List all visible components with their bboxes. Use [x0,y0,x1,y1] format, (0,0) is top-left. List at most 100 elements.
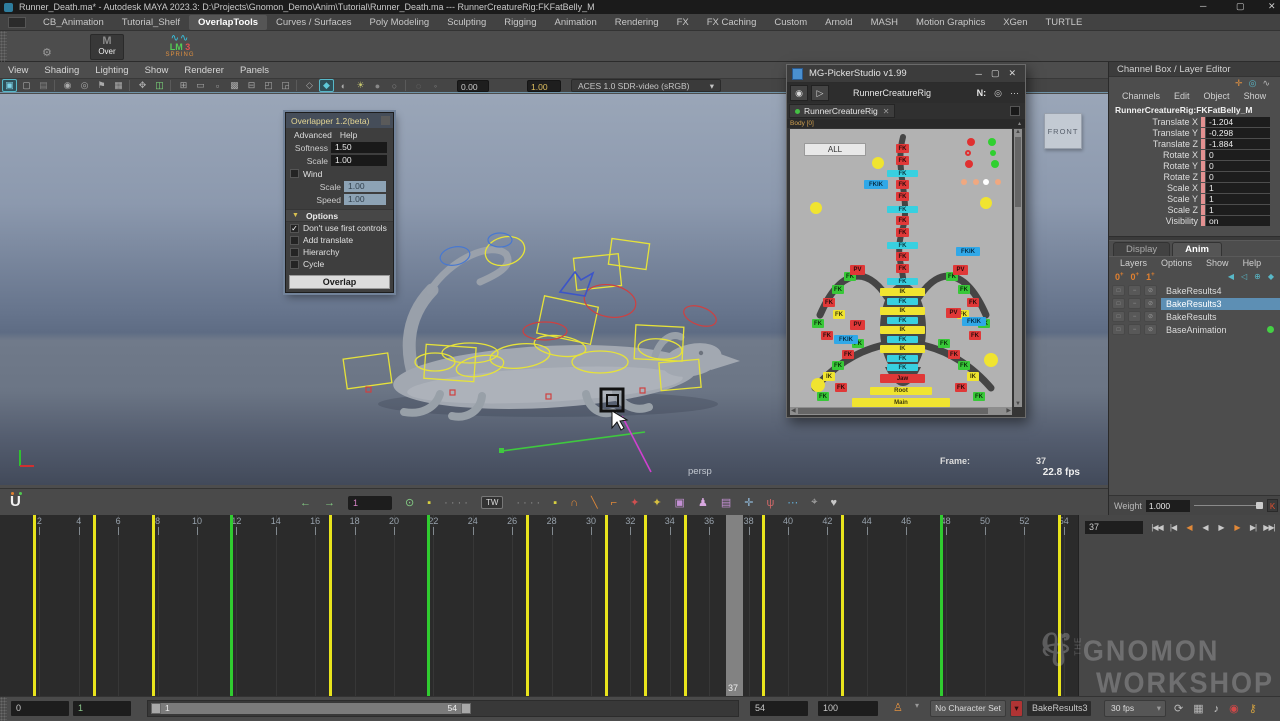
layer-name[interactable]: BakeResults3 [1161,298,1280,310]
shelf-item-spring-magic[interactable]: ∿∿ LM 3 SPRING [152,34,208,60]
layer-toggle-cell[interactable]: − [1128,298,1141,309]
picker-button-fkik[interactable]: FKIK [864,180,888,189]
menu-item-rendering[interactable]: Rendering [606,15,668,30]
anim-layer-key-button[interactable]: ▾ [1010,700,1023,717]
go-to-start-button[interactable]: |◀◀ [1149,518,1165,536]
menu-item-cb-animation[interactable]: CB_Animation [34,15,113,30]
layer-toggle-cell[interactable]: □ [1112,298,1125,309]
panel-menu-view[interactable]: View [0,63,36,78]
channel-value-field[interactable]: -1.204 [1206,117,1270,127]
menu-item-sculpting[interactable]: Sculpting [438,15,495,30]
panel-menu-panels[interactable]: Panels [232,63,277,78]
layer-name[interactable]: BakeResults4 [1161,285,1280,297]
option-checkbox[interactable] [290,236,299,245]
film-gate-icon[interactable]: ▭ [193,79,208,92]
panel-menu-shading[interactable]: Shading [36,63,87,78]
timeline-keyframe-yellow[interactable] [329,515,332,696]
picker-button-jaw[interactable]: Jaw [880,374,925,383]
options-section-header[interactable]: ▼ Options [286,209,393,222]
picker-button-pv[interactable]: PV [953,265,968,275]
key-marker-icon[interactable]: ▪ [427,497,431,509]
picker-dot-control[interactable] [965,150,971,156]
timeline-keyframe-yellow[interactable] [152,515,155,696]
picker-dot-control[interactable] [984,353,998,367]
channel-box-tab[interactable]: Channel Box / Layer Editor [1109,62,1280,77]
picker-zoom-icon[interactable]: ◎ [994,88,1002,99]
picker-button-fk[interactable]: FK [969,331,981,340]
timeline-dots-icon[interactable]: · · · · [516,497,540,509]
timeline-keyframe-yellow[interactable] [841,515,844,696]
picker-dot-control[interactable] [872,157,884,169]
timeline-keyframe-yellow[interactable] [605,515,608,696]
picker-title-bar[interactable]: MG-PickerStudio v1.99 ─ ▢ ✕ [787,65,1025,83]
weight-value-field[interactable]: 1.000 [1146,500,1190,512]
pan-zoom-icon[interactable]: ✥ [135,79,150,92]
hyperbolic-icon[interactable]: ∿ [1262,78,1270,89]
timeline-keyframe-yellow[interactable] [762,515,765,696]
selection-box-icon[interactable]: ▢ [19,79,34,92]
close-button[interactable]: ✕ [1268,1,1276,12]
overlapper-menu-advanced[interactable]: Advanced [286,130,332,140]
shaded-mode-icon[interactable]: ◆ [319,79,334,92]
manip-icon[interactable]: ✛ [1235,78,1243,89]
picker-button-pv[interactable]: PV [850,265,865,275]
picker-dot-control[interactable] [995,179,1001,185]
picker-button-fkik[interactable]: FKIK [834,335,858,344]
select-set-icon[interactable]: ▣ [675,496,685,509]
shelf-gear-icon[interactable]: ⚙ [42,46,52,59]
picker-button-fk[interactable]: FK [887,355,918,362]
layer-toggle-cell[interactable]: − [1128,324,1141,335]
bookmark-icon[interactable]: ⚑ [94,79,109,92]
picker-button-main[interactable]: Main [852,398,950,407]
record-icon[interactable]: ◉ [1229,702,1239,715]
step-forward-button[interactable]: ▶| [1245,518,1261,536]
animation-end-field[interactable]: 100 [818,701,878,716]
layer-menu-help[interactable]: Help [1236,257,1269,269]
textured-mode-icon[interactable]: ◐ [336,79,351,92]
picker-button-fk[interactable]: FK [948,350,960,359]
channel-value-field[interactable]: -1.884 [1206,139,1270,149]
character-mode-icon[interactable]: ◉ [790,85,808,101]
go-to-end-button[interactable]: ▶▶| [1261,518,1277,536]
key-yellow-icon[interactable]: ✦ [652,496,661,509]
overlapper-menu-help[interactable]: Help [332,130,357,140]
picker-button-fk[interactable]: FK [896,180,909,189]
field-chart-icon[interactable]: ⊟ [244,79,259,92]
more-tools-icon[interactable]: ⋯ [787,496,798,509]
timeline-keyframe-green[interactable] [230,515,233,696]
option-checkbox[interactable] [290,260,299,269]
picker-button-fk[interactable]: FK [887,364,918,371]
current-frame-field[interactable]: 37 [1085,521,1143,534]
overlapper-close-icon[interactable] [381,116,390,125]
animbot-power-icon[interactable]: ⊙ [405,496,414,509]
channel-value-field[interactable]: 0 [1206,150,1270,160]
joint-tool-icon[interactable]: ✛ [744,496,753,509]
channel-value-field[interactable]: 0 [1206,161,1270,171]
view-cube-front[interactable]: FRONT [1044,113,1082,149]
picker-button-fkik[interactable]: FKIK [962,317,986,326]
menu-item-turtle[interactable]: TURTLE [1037,15,1092,30]
animation-layer-row[interactable]: □−⊘BakeResults3 [1109,297,1280,310]
layer-toggle-cell[interactable]: − [1128,311,1141,322]
selected-object-name[interactable]: RunnerCreatureRig:FKFatBelly_M [1109,103,1280,116]
picker-button-fk[interactable]: FK [967,298,979,307]
timeline-playhead[interactable] [726,515,743,696]
picker-button-ik[interactable]: IK [967,372,979,381]
picker-button-fk[interactable]: FK [887,278,918,285]
safe-action-icon[interactable]: ◰ [261,79,276,92]
timeline-keyframe-green[interactable] [940,515,943,696]
range-start-handle[interactable] [151,703,161,714]
picker-minimize-button[interactable]: ─ [976,69,982,79]
menu-item-xgen[interactable]: XGen [994,15,1036,30]
picker-button-fk[interactable]: FK [832,361,844,370]
fps-dropdown[interactable]: 30 fps▾ [1104,700,1166,717]
shelf-item-overlapper[interactable]: M Over [90,34,124,60]
clip-library-icon[interactable]: ▤ [721,496,731,509]
pick-cursor-icon[interactable]: ▷ [811,85,829,101]
isolate-select-icon[interactable]: ◦ [428,79,443,92]
layer-toggle-cell[interactable]: − [1128,285,1141,296]
resolution-gate-icon[interactable]: ▫ [210,79,225,92]
channel-box-menu-channels[interactable]: Channels [1115,90,1167,103]
picker-dot-control[interactable] [983,179,989,185]
layer-toggle-cell[interactable]: □ [1112,311,1125,322]
